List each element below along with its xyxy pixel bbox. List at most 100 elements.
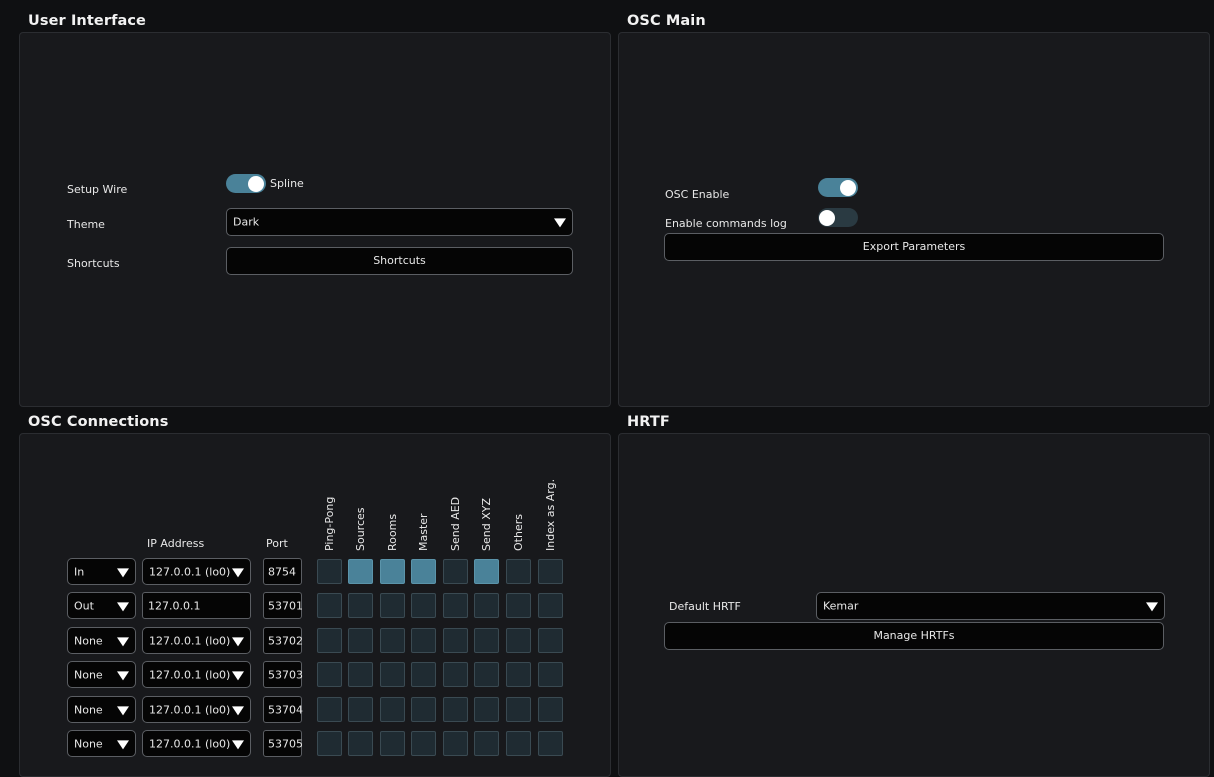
checkbox-send-xyz[interactable] [474,697,499,722]
chevron-down-icon [117,636,129,646]
osc-enable-toggle[interactable] [818,178,858,197]
checkbox-others[interactable] [506,593,531,618]
column-header-rooms: Rooms [386,513,399,551]
checkbox-index-as-arg[interactable] [538,662,563,687]
ip-address-dropdown[interactable]: 127.0.0.1 (lo0) [142,661,251,688]
theme-dropdown-value: Dark [233,215,260,229]
setup-wire-toggle[interactable] [226,174,266,193]
theme-dropdown[interactable]: Dark [226,208,573,236]
port-input[interactable]: 53704 [263,696,303,723]
checkbox-send-aed[interactable] [443,559,468,584]
checkbox-ping-pong[interactable] [317,628,342,653]
checkbox-others[interactable] [506,559,531,584]
checkbox-master[interactable] [411,662,436,687]
manage-hrtfs-label: Manage HRTFs [873,629,955,642]
checkbox-send-xyz[interactable] [474,593,499,618]
checkbox-master[interactable] [411,731,436,756]
checkbox-sources[interactable] [348,559,373,584]
checkbox-index-as-arg[interactable] [538,731,563,756]
port-input[interactable]: 8754 [263,558,302,585]
ip-address-dropdown[interactable]: 127.0.0.1 (lo0) [142,696,251,723]
hrtf-title: HRTF [627,414,670,430]
checkbox-sources[interactable] [348,628,373,653]
port-input[interactable]: 53702 [263,627,303,654]
checkbox-rooms[interactable] [380,697,405,722]
column-header-sources: Sources [354,507,367,551]
checkbox-send-xyz[interactable] [474,662,499,687]
checkbox-sources[interactable] [348,662,373,687]
checkbox-master[interactable] [411,628,436,653]
column-header-index-as-arg: Index as Arg. [544,478,557,551]
default-hrtf-dropdown[interactable]: Kemar [816,592,1165,620]
checkbox-ping-pong[interactable] [317,559,342,584]
port-input[interactable]: 53701 [263,592,303,619]
checkbox-index-as-arg[interactable] [538,559,563,584]
port-value: 53705 [268,737,303,750]
checkbox-master[interactable] [411,593,436,618]
chevron-down-icon [232,739,244,749]
checkbox-send-aed[interactable] [443,593,468,618]
direction-dropdown[interactable]: None [67,627,136,654]
checkbox-send-aed[interactable] [443,628,468,653]
checkbox-send-xyz[interactable] [474,628,499,653]
checkbox-send-xyz[interactable] [474,559,499,584]
direction-dropdown[interactable]: None [67,696,136,723]
checkbox-index-as-arg[interactable] [538,697,563,722]
checkbox-sources[interactable] [348,697,373,722]
checkbox-send-xyz[interactable] [474,731,499,756]
toggle-knob [840,179,856,196]
osc-enable-label: OSC Enable [665,188,730,201]
port-value: 53704 [268,703,303,716]
checkbox-rooms[interactable] [380,593,405,618]
direction-value: Out [74,599,94,612]
checkbox-others[interactable] [506,731,531,756]
manage-hrtfs-button[interactable]: Manage HRTFs [664,622,1164,650]
ip-address-input[interactable]: 127.0.0.1 [142,592,251,619]
chevron-down-icon [232,567,244,577]
shortcuts-button[interactable]: Shortcuts [226,247,573,275]
direction-dropdown[interactable]: In [67,558,136,585]
checkbox-ping-pong[interactable] [317,731,342,756]
ip-address-value: 127.0.0.1 (lo0) [149,703,231,716]
checkbox-sources[interactable] [348,731,373,756]
osc-main-title: OSC Main [627,13,706,29]
export-parameters-label: Export Parameters [862,240,966,253]
ip-address-dropdown[interactable]: 127.0.0.1 (lo0) [142,730,251,757]
enable-commands-log-toggle[interactable] [818,208,858,227]
direction-dropdown[interactable]: None [67,730,136,757]
checkbox-others[interactable] [506,697,531,722]
checkbox-ping-pong[interactable] [317,662,342,687]
checkbox-send-aed[interactable] [443,697,468,722]
ip-address-dropdown[interactable]: 127.0.0.1 (lo0) [142,627,251,654]
checkbox-others[interactable] [506,662,531,687]
checkbox-send-aed[interactable] [443,662,468,687]
port-input[interactable]: 53705 [263,730,303,757]
direction-dropdown[interactable]: None [67,661,136,688]
ip-address-dropdown[interactable]: 127.0.0.1 (lo0) [142,558,251,585]
checkbox-rooms[interactable] [380,559,405,584]
port-input[interactable]: 53703 [263,661,303,688]
checkbox-sources[interactable] [348,593,373,618]
checkbox-send-aed[interactable] [443,731,468,756]
chevron-down-icon [117,705,129,715]
checkbox-index-as-arg[interactable] [538,628,563,653]
checkbox-master[interactable] [411,697,436,722]
column-header-send-aed: Send AED [449,496,462,551]
toggle-knob [819,209,835,226]
checkbox-index-as-arg[interactable] [538,593,563,618]
chevron-down-icon [554,218,566,228]
export-parameters-button[interactable]: Export Parameters [664,233,1164,261]
ip-address-value: 127.0.0.1 (lo0) [149,737,231,750]
checkbox-rooms[interactable] [380,731,405,756]
checkbox-others[interactable] [506,628,531,653]
direction-dropdown[interactable]: Out [67,592,136,619]
checkbox-ping-pong[interactable] [317,593,342,618]
checkbox-master[interactable] [411,559,436,584]
chevron-down-icon [232,636,244,646]
direction-value: None [74,703,103,716]
checkbox-rooms[interactable] [380,628,405,653]
default-hrtf-label: Default HRTF [669,600,741,613]
checkbox-rooms[interactable] [380,662,405,687]
checkbox-ping-pong[interactable] [317,697,342,722]
setup-wire-toggle-label: Spline [270,177,304,190]
